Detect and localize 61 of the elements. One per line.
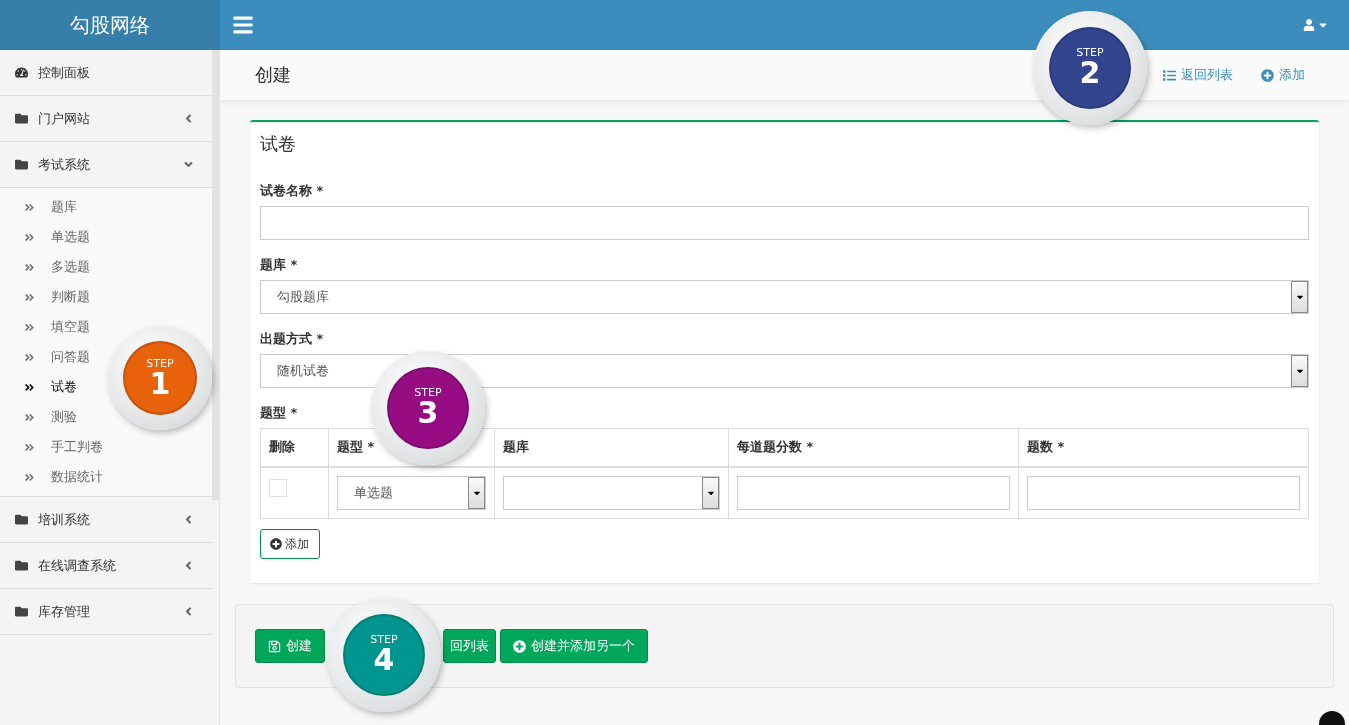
double-chevron-icon [24,321,35,333]
sidebar-item[interactable]: 门户网站 [0,96,213,142]
dashboard-icon [15,66,28,79]
add-button[interactable]: 添加 [260,529,320,559]
field-label: 题型 * [260,404,298,422]
header-link[interactable]: 返回列表 [1163,66,1233,84]
folder-icon [15,605,28,618]
action-button[interactable]: 创建 [255,629,325,663]
submenu-item[interactable]: 问答题 [0,342,90,372]
column-header: 题数 * [1018,428,1309,467]
double-chevron-icon [24,351,35,363]
double-chevron-icon [24,201,35,213]
sidebar-item[interactable]: 库存管理 [0,589,213,635]
submenu-item[interactable]: 填空题 [0,312,90,342]
double-chevron-icon [24,381,35,393]
checkbox[interactable] [269,478,287,497]
list-icon [1163,68,1176,82]
page-title: 创建 [255,63,291,87]
submenu-item[interactable]: 多选题 [0,252,90,282]
double-chevron-icon [24,441,35,453]
double-chevron-icon [24,291,35,303]
folder-icon [15,112,28,125]
select-field[interactable]: 单选题 [337,475,486,510]
double-chevron-icon [24,261,35,273]
folder-icon [15,559,28,572]
submenu-item[interactable]: 试卷 [0,372,77,402]
double-chevron-icon [24,411,35,423]
column-header: 删除 [260,428,329,467]
sidebar-item[interactable]: 培训系统 [0,497,213,543]
save-icon [268,639,281,653]
field-label: 试卷名称 * [260,182,324,200]
menu-icon[interactable] [232,14,254,36]
input-field[interactable] [260,206,1309,240]
submenu-item[interactable]: 测验 [0,402,77,432]
column-header: 题库 [494,428,729,467]
submenu-item[interactable]: 手工判卷 [0,432,103,462]
sidebar-item[interactable]: 在线调查系统 [0,543,213,589]
folder-icon [15,513,28,526]
select-field[interactable] [503,475,720,510]
action-button[interactable]: 创建并添加另一个 [500,629,648,663]
field-label: 题库 * [260,256,298,274]
header-link[interactable]: 添加 [1261,66,1305,84]
input-field[interactable] [737,475,1010,510]
submenu-item[interactable]: 数据统计 [0,462,103,492]
sidebar-item[interactable]: 控制面板 [0,50,213,96]
step-badge: STEP 4 [327,598,441,712]
double-chevron-icon [24,471,35,483]
submenu-item[interactable]: 判断题 [0,282,90,312]
column-header: 每道题分数 * [728,428,1019,467]
input-field[interactable] [1027,475,1300,510]
submenu-item[interactable]: 题库 [0,192,77,222]
card-title: 试卷 [260,132,297,156]
folder-icon [15,158,28,171]
submenu-item[interactable]: 单选题 [0,222,90,252]
user-menu-icon[interactable] [1303,19,1329,31]
brand-logo[interactable]: 勾股网络 [0,0,220,50]
action-button[interactable]: 回列表 [443,629,496,663]
field-label: 出题方式 * [260,330,324,348]
select-field[interactable]: 随机试卷 [260,354,1309,388]
double-chevron-icon [24,231,35,243]
select-field[interactable]: 勾股题库 [260,280,1309,314]
